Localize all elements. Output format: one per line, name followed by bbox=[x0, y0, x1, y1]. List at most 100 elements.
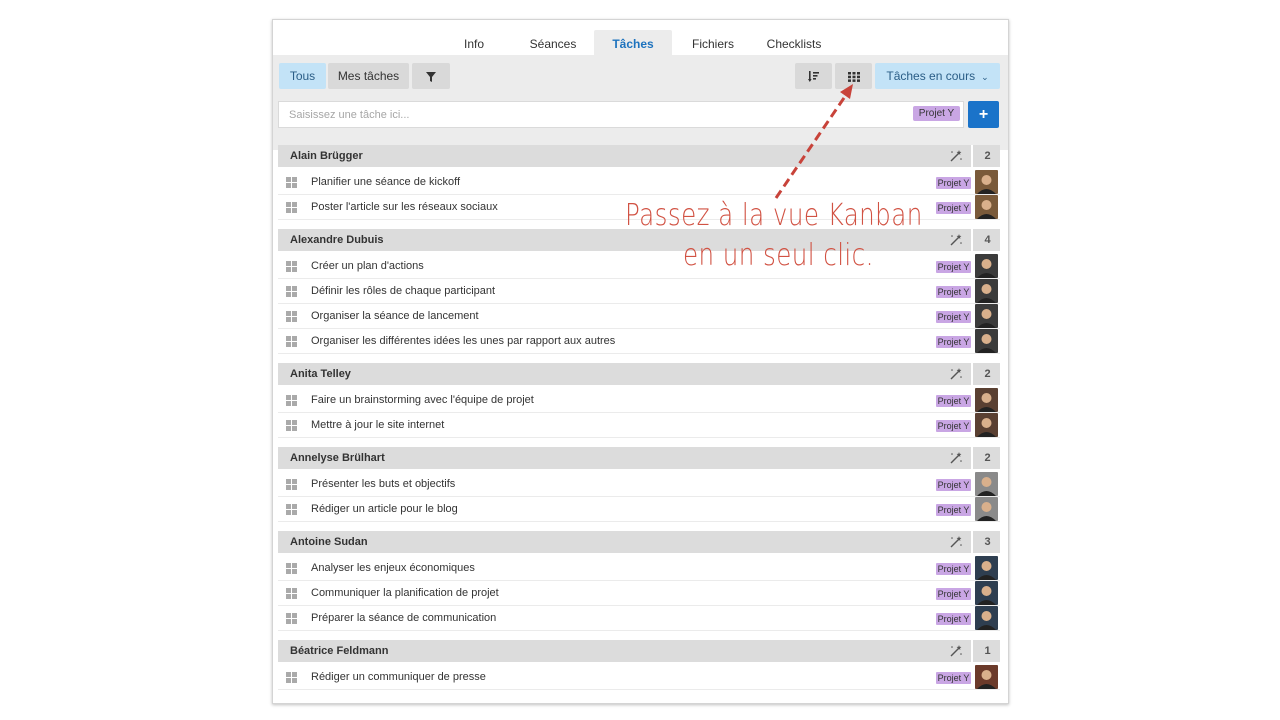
task-title[interactable]: Mettre à jour le site internet bbox=[311, 413, 444, 437]
task-title[interactable]: Rédiger un article pour le blog bbox=[311, 497, 458, 521]
filter-all-button[interactable]: Tous bbox=[279, 63, 326, 89]
task-title[interactable]: Créer un plan d'actions bbox=[311, 254, 424, 278]
task-title[interactable]: Préparer la séance de communication bbox=[311, 606, 496, 630]
new-task-input[interactable]: Saisissez une tâche ici... bbox=[278, 101, 964, 128]
project-tag[interactable]: Projet Y bbox=[936, 336, 971, 348]
task-row[interactable]: Communiquer la planification de projet Pr… bbox=[278, 581, 1000, 606]
magic-wand-icon[interactable] bbox=[949, 367, 963, 381]
drag-handle-icon[interactable] bbox=[286, 202, 297, 213]
task-row[interactable]: Organiser les différentes idées les unes… bbox=[278, 329, 1000, 354]
assignee-avatar[interactable] bbox=[975, 195, 998, 219]
group-assignee-name: Alexandre Dubuis bbox=[290, 234, 384, 246]
assignee-avatar[interactable] bbox=[975, 472, 998, 496]
magic-wand-icon[interactable] bbox=[949, 535, 963, 549]
tab-checklists[interactable]: Checklists bbox=[759, 30, 829, 55]
task-row[interactable]: Rédiger un article pour le blog Projet Y bbox=[278, 497, 1000, 522]
assignee-avatar[interactable] bbox=[975, 665, 998, 689]
group-header[interactable]: Alain Brügger 2 bbox=[278, 145, 1000, 167]
assignee-avatar[interactable] bbox=[975, 497, 998, 521]
drag-handle-icon[interactable] bbox=[286, 395, 297, 406]
tab-taches[interactable]: Tâches bbox=[594, 30, 672, 55]
assignee-avatar[interactable] bbox=[975, 413, 998, 437]
task-title[interactable]: Organiser la séance de lancement bbox=[311, 304, 479, 328]
task-title[interactable]: Communiquer la planification de projet bbox=[311, 581, 499, 605]
project-tag[interactable]: Projet Y bbox=[936, 420, 971, 432]
assignee-avatar[interactable] bbox=[975, 279, 998, 303]
magic-wand-icon[interactable] bbox=[949, 233, 963, 247]
task-title[interactable]: Poster l'article sur les réseaux sociaux bbox=[311, 195, 498, 219]
task-row[interactable]: Analyser les enjeux économiques Projet Y bbox=[278, 556, 1000, 581]
magic-wand-icon[interactable] bbox=[949, 644, 963, 658]
task-title[interactable]: Analyser les enjeux économiques bbox=[311, 556, 475, 580]
project-tag[interactable]: Projet Y bbox=[936, 613, 971, 625]
group-header[interactable]: Anita Telley 2 bbox=[278, 363, 1000, 385]
task-row[interactable]: Rédiger un communiquer de presse Projet Y bbox=[278, 665, 1000, 690]
drag-handle-icon[interactable] bbox=[286, 420, 297, 431]
magic-wand-icon[interactable] bbox=[949, 149, 963, 163]
task-row[interactable]: Mettre à jour le site internet Projet Y bbox=[278, 413, 1000, 438]
project-tag[interactable]: Projet Y bbox=[936, 311, 971, 323]
group-task-count: 4 bbox=[971, 229, 1002, 251]
assignee-avatar[interactable] bbox=[975, 581, 998, 605]
assignee-avatar[interactable] bbox=[975, 606, 998, 630]
task-row[interactable]: Planifier une séance de kickoff Projet Y bbox=[278, 170, 1000, 195]
project-tag[interactable]: Projet Y bbox=[936, 202, 971, 214]
tab-fichiers[interactable]: Fichiers bbox=[683, 30, 743, 55]
drag-handle-icon[interactable] bbox=[286, 286, 297, 297]
filter-my-tasks-button[interactable]: Mes tâches bbox=[328, 63, 409, 89]
task-title[interactable]: Définir les rôles de chaque participant bbox=[311, 279, 495, 303]
drag-handle-icon[interactable] bbox=[286, 261, 297, 272]
status-dropdown[interactable]: Tâches en cours ⌄ bbox=[875, 63, 1000, 89]
group-assignee-name: Béatrice Feldmann bbox=[290, 645, 389, 657]
callout-line-2: en un seul clic. bbox=[683, 238, 874, 273]
annotation-arrow bbox=[774, 84, 853, 199]
add-task-button[interactable]: + bbox=[968, 101, 999, 128]
task-title[interactable]: Organiser les différentes idées les unes… bbox=[311, 329, 615, 353]
group-header[interactable]: Annelyse Brülhart 2 bbox=[278, 447, 1000, 469]
group-assignee-name: Anita Telley bbox=[290, 368, 351, 380]
drag-handle-icon[interactable] bbox=[286, 588, 297, 599]
task-title[interactable]: Planifier une séance de kickoff bbox=[311, 170, 460, 194]
project-tag[interactable]: Projet Y bbox=[936, 286, 971, 298]
task-title[interactable]: Présenter les buts et objectifs bbox=[311, 472, 455, 496]
project-tag[interactable]: Projet Y bbox=[936, 479, 971, 491]
project-tag[interactable]: Projet Y bbox=[936, 395, 971, 407]
new-task-project-tag[interactable]: Projet Y bbox=[913, 106, 960, 121]
task-title[interactable]: Faire un brainstorming avec l'équipe de … bbox=[311, 388, 534, 412]
drag-handle-icon[interactable] bbox=[286, 563, 297, 574]
group-assignee-name: Antoine Sudan bbox=[290, 536, 368, 548]
drag-handle-icon[interactable] bbox=[286, 177, 297, 188]
task-row[interactable]: Organiser la séance de lancement Projet Y bbox=[278, 304, 1000, 329]
filter-button[interactable] bbox=[412, 63, 450, 89]
task-title[interactable]: Rédiger un communiquer de presse bbox=[311, 665, 486, 689]
project-tag[interactable]: Projet Y bbox=[936, 177, 971, 189]
assignee-avatar[interactable] bbox=[975, 388, 998, 412]
group-header[interactable]: Béatrice Feldmann 1 bbox=[278, 640, 1000, 662]
group-header[interactable]: Antoine Sudan 3 bbox=[278, 531, 1000, 553]
drag-handle-icon[interactable] bbox=[286, 613, 297, 624]
project-tag[interactable]: Projet Y bbox=[936, 504, 971, 516]
task-row[interactable]: Présenter les buts et objectifs Projet Y bbox=[278, 472, 1000, 497]
drag-handle-icon[interactable] bbox=[286, 311, 297, 322]
project-tag[interactable]: Projet Y bbox=[936, 588, 971, 600]
assignee-avatar[interactable] bbox=[975, 329, 998, 353]
project-tag[interactable]: Projet Y bbox=[936, 261, 971, 273]
project-tag[interactable]: Projet Y bbox=[936, 563, 971, 575]
drag-handle-icon[interactable] bbox=[286, 672, 297, 683]
group-task-count: 2 bbox=[971, 447, 1002, 469]
task-row[interactable]: Faire un brainstorming avec l'équipe de … bbox=[278, 388, 1000, 413]
drag-handle-icon[interactable] bbox=[286, 504, 297, 515]
tab-info[interactable]: Info bbox=[453, 30, 495, 55]
drag-handle-icon[interactable] bbox=[286, 479, 297, 490]
assignee-avatar[interactable] bbox=[975, 556, 998, 580]
task-row[interactable]: Définir les rôles de chaque participant P… bbox=[278, 279, 1000, 304]
task-row[interactable]: Préparer la séance de communication Proje… bbox=[278, 606, 1000, 631]
task-row[interactable]: Créer un plan d'actions Projet Y bbox=[278, 254, 1000, 279]
magic-wand-icon[interactable] bbox=[949, 451, 963, 465]
project-tag[interactable]: Projet Y bbox=[936, 672, 971, 684]
assignee-avatar[interactable] bbox=[975, 304, 998, 328]
tab-seances[interactable]: Séances bbox=[523, 30, 583, 55]
assignee-avatar[interactable] bbox=[975, 170, 998, 194]
assignee-avatar[interactable] bbox=[975, 254, 998, 278]
drag-handle-icon[interactable] bbox=[286, 336, 297, 347]
